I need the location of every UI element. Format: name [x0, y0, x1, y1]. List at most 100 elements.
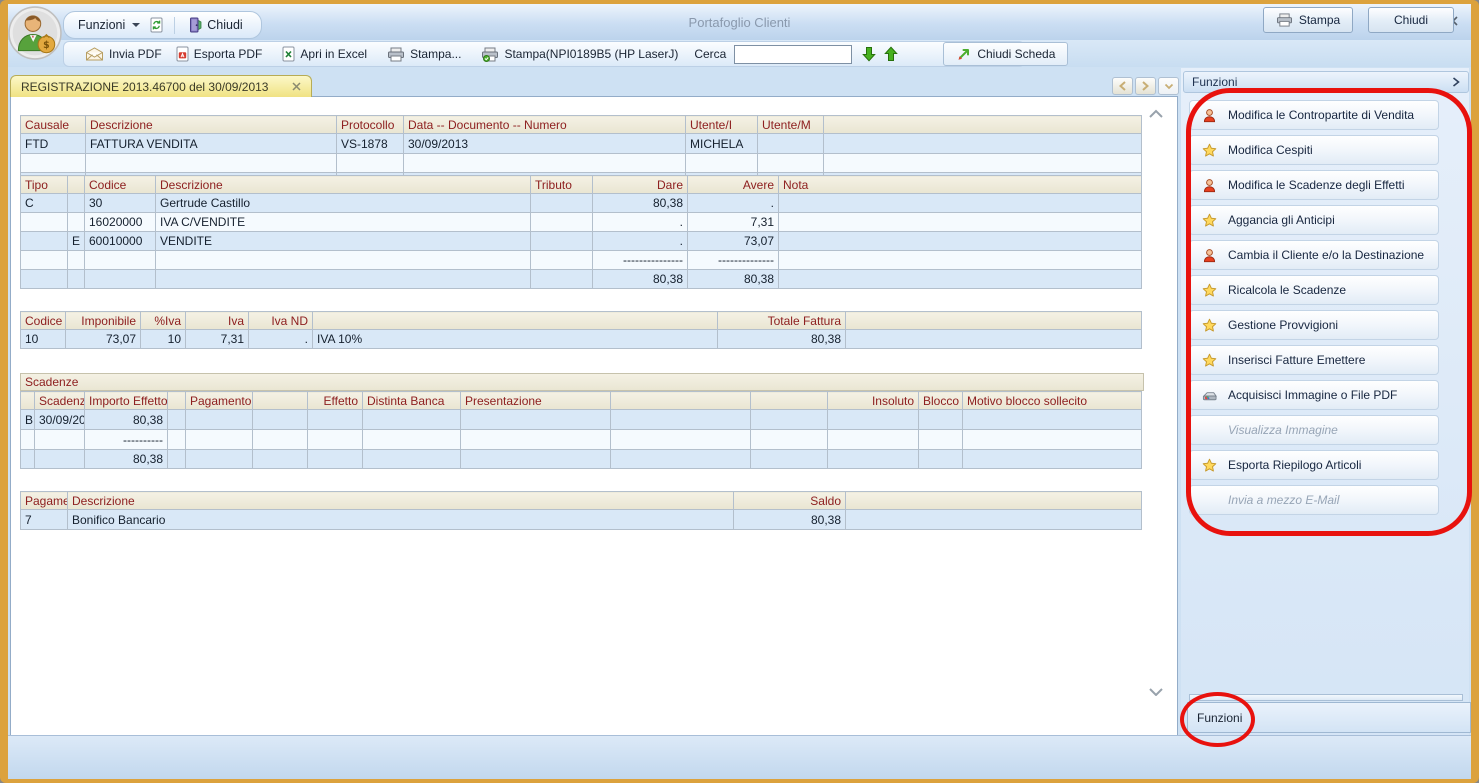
cell [531, 232, 593, 251]
person-icon [1201, 178, 1217, 193]
cell: 60010000 [85, 232, 156, 251]
table-row[interactable]: FTDFATTURA VENDITAVS-187830/09/2013MICHE… [21, 134, 1142, 154]
table-row[interactable]: 1073,07107,31.IVA 10%80,38 [21, 330, 1142, 349]
tab-scroll-right-button[interactable] [1135, 77, 1156, 95]
cell: 7,31 [186, 330, 249, 349]
sidebar-button-label: Acquisisci Immagine o File PDF [1228, 388, 1397, 402]
column-header: Codice [85, 176, 156, 194]
cell [404, 154, 686, 173]
column-header: Totale Fattura [718, 312, 846, 330]
cell [779, 232, 1142, 251]
sidebar-button[interactable]: Esporta Riepilogo Articoli [1189, 450, 1439, 480]
funzioni-bottom-bar[interactable]: Funzioni [1187, 702, 1471, 733]
svg-text:$: $ [43, 40, 49, 51]
cell: MICHELA [686, 134, 758, 154]
table-row[interactable]: C30Gertrude Castillo80,38. [21, 194, 1142, 213]
cell: 10 [21, 330, 66, 349]
sidebar-button[interactable]: Cambia il Cliente e/o la Destinazione [1189, 240, 1439, 270]
sidebar-button[interactable]: Gestione Provvigioni [1189, 310, 1439, 340]
cell [461, 410, 611, 430]
scroll-up-button[interactable] [1146, 109, 1166, 119]
sidebar-button-list: Modifica le Contropartite di Vendita Modi… [1189, 100, 1439, 520]
column-header: Motivo blocco sollecito [963, 392, 1142, 410]
cell [253, 430, 308, 450]
cell [963, 430, 1142, 450]
cell [68, 213, 85, 232]
search-input[interactable] [734, 45, 852, 64]
esporta-pdf-button[interactable]: Esporta PDF [169, 43, 270, 65]
search-prev-button[interactable] [884, 46, 898, 62]
star-icon [1201, 458, 1217, 473]
chevron-down-icon [1164, 83, 1174, 90]
stampa-footer-button[interactable]: Stampa [1263, 7, 1353, 33]
cell [168, 450, 186, 469]
sidebar-button-label: Inserisci Fatture Emettere [1228, 353, 1365, 367]
cell: --------------- [593, 251, 688, 270]
table-row[interactable]: E60010000VENDITE.73,07 [21, 232, 1142, 251]
sidebar-button-label: Modifica le Contropartite di Vendita [1228, 108, 1414, 122]
cell [531, 213, 593, 232]
table-row[interactable]: 80,38 [21, 450, 1142, 469]
tab-list-button[interactable] [1158, 77, 1179, 95]
column-header: Pagamento [21, 492, 68, 510]
refresh-button[interactable] [150, 17, 163, 33]
column-header [611, 392, 751, 410]
arrow-up-icon [884, 46, 898, 62]
sidebar-splitter[interactable] [1189, 694, 1463, 701]
search-next-button[interactable] [862, 46, 876, 62]
table-row[interactable]: 80,3880,38 [21, 270, 1142, 289]
cell [751, 450, 828, 469]
sidebar-button[interactable]: Modifica le Contropartite di Vendita [1189, 100, 1439, 130]
sidebar-button[interactable]: Inserisci Fatture Emettere [1189, 345, 1439, 375]
cell: 80,38 [85, 410, 168, 430]
no-icon [1201, 493, 1217, 508]
chiudi-footer-button[interactable]: Chiudi [1368, 7, 1454, 33]
tab-close-icon[interactable] [292, 82, 301, 91]
star-icon [1201, 143, 1217, 158]
sidebar-button[interactable]: Ricalcola le Scadenze [1189, 275, 1439, 305]
tab-scroll-left-button[interactable] [1112, 77, 1133, 95]
cell [68, 251, 85, 270]
stampa-footer-label: Stampa [1299, 13, 1340, 27]
scroll-down-button[interactable] [1146, 687, 1166, 697]
chiudi-menu-button[interactable]: Chiudi [186, 14, 244, 36]
sidebar-button-label: Modifica le Scadenze degli Effetti [1228, 178, 1405, 192]
funzioni-menu-button[interactable]: Funzioni [76, 14, 142, 36]
cell [758, 134, 824, 154]
column-header: Causale [21, 116, 86, 134]
stampa-button[interactable]: Stampa... [380, 43, 468, 65]
sidebar-button[interactable]: Aggancia gli Anticipi [1189, 205, 1439, 235]
divider [174, 17, 175, 34]
cell [35, 450, 85, 469]
apri-in-excel-button[interactable]: Apri in Excel [275, 43, 374, 65]
sidebar-button[interactable]: Acquisisci Immagine o File PDF [1189, 380, 1439, 410]
cell [531, 251, 593, 270]
column-header: Blocco [919, 392, 963, 410]
table-row[interactable] [21, 154, 1142, 173]
table-row[interactable]: B30/09/201380,38 [21, 410, 1142, 430]
cell: Gertrude Castillo [156, 194, 531, 213]
tab-registrazione[interactable]: REGISTRAZIONE 2013.46700 del 30/09/2013 [10, 75, 312, 97]
cell: FTD [21, 134, 86, 154]
cell [919, 450, 963, 469]
column-header: Dare [593, 176, 688, 194]
tab-navigation [1112, 77, 1179, 95]
chiudi-scheda-button[interactable]: Chiudi Scheda [943, 42, 1068, 66]
stampa-stampante-button[interactable]: Stampa(NPI0189B5 (HP LaserJ) [474, 43, 685, 65]
table-row[interactable]: 16020000IVA C/VENDITE.7,31 [21, 213, 1142, 232]
excel-file-icon [282, 46, 295, 62]
table-row[interactable]: ---------- [21, 430, 1142, 450]
cell: . [249, 330, 313, 349]
sidebar-header[interactable]: Funzioni [1183, 71, 1469, 93]
cell [168, 430, 186, 450]
cell: . [593, 213, 688, 232]
invia-pdf-button[interactable]: Invia PDF [78, 43, 169, 65]
sidebar-button[interactable]: Modifica Cespiti [1189, 135, 1439, 165]
apri-in-excel-label: Apri in Excel [300, 47, 367, 61]
column-header [253, 392, 308, 410]
table-row[interactable]: ----------------------------- [21, 251, 1142, 270]
invia-pdf-label: Invia PDF [109, 47, 162, 61]
sidebar-button[interactable]: Modifica le Scadenze degli Effetti [1189, 170, 1439, 200]
table-row[interactable]: 7Bonifico Bancario80,38 [21, 510, 1142, 530]
cell [611, 430, 751, 450]
